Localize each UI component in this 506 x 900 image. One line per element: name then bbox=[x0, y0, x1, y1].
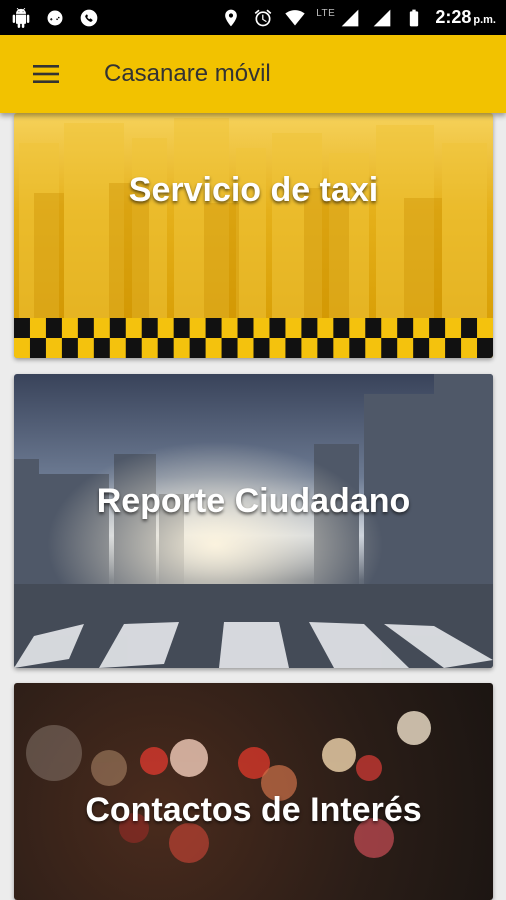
card-label-reporte: Reporte Ciudadano bbox=[96, 482, 411, 520]
status-notifications bbox=[10, 7, 100, 29]
menu-button[interactable] bbox=[16, 44, 76, 104]
app-bar: Casanare móvil bbox=[0, 35, 506, 113]
location-icon bbox=[220, 7, 242, 29]
signal-icon bbox=[339, 7, 361, 29]
checker-pattern-image bbox=[14, 318, 493, 358]
alarm-icon bbox=[252, 7, 274, 29]
hamburger-menu-icon bbox=[33, 65, 59, 83]
android-icon bbox=[10, 7, 32, 29]
card-label-taxi: Servicio de taxi bbox=[128, 171, 379, 209]
status-bar: LTE 2:28 p.m. bbox=[0, 0, 506, 35]
phone-call-icon bbox=[78, 7, 100, 29]
status-system: LTE 2:28 p.m. bbox=[220, 7, 496, 29]
clock-ampm: p.m. bbox=[473, 14, 496, 26]
clock: 2:28 p.m. bbox=[435, 7, 496, 28]
card-contactos-interes[interactable]: Contactos de Interés bbox=[14, 683, 493, 900]
city-skyline-image bbox=[19, 118, 487, 318]
network-type-label: LTE bbox=[316, 8, 336, 19]
card-label-contactos: Contactos de Interés bbox=[85, 791, 422, 829]
clock-time: 2:28 bbox=[435, 7, 472, 27]
card-reporte-ciudadano[interactable]: Reporte Ciudadano bbox=[14, 374, 493, 668]
street-crosswalk-image bbox=[14, 374, 493, 668]
game-controller-icon bbox=[44, 7, 66, 29]
app-title: Casanare móvil bbox=[104, 60, 271, 87]
card-servicio-taxi[interactable]: Servicio de taxi bbox=[14, 113, 493, 358]
wifi-icon bbox=[284, 7, 306, 29]
signal-icon-2 bbox=[371, 7, 393, 29]
battery-icon bbox=[403, 7, 425, 29]
